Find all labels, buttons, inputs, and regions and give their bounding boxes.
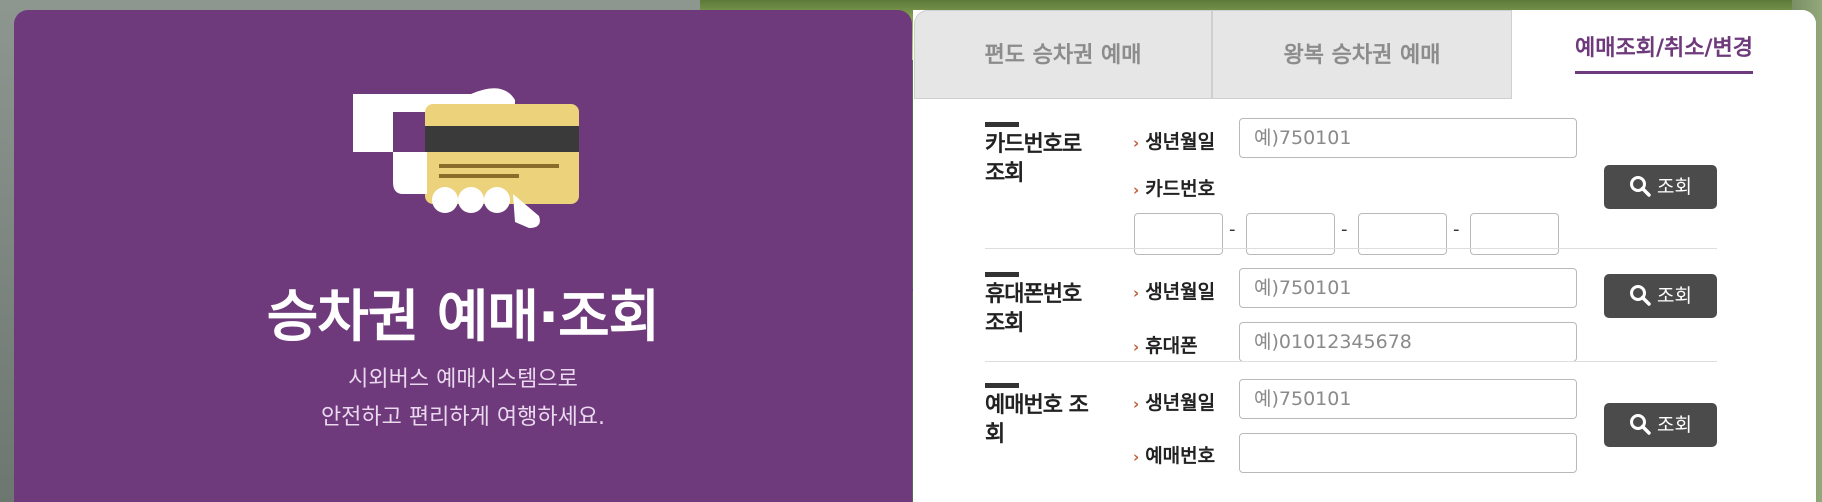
birth-label: › 생년월일 <box>1133 277 1215 304</box>
tab-label: 예매조회/취소/변경 <box>1575 32 1753 74</box>
reservation-number-label-text: 예매번호 <box>1145 445 1216 467</box>
card-separator: - <box>1453 219 1460 240</box>
promo-panel: 승차권 예매·조회 시외버스 예매시스템으로 안전하고 편리하게 여행하세요. <box>14 10 912 502</box>
promo-subtitle-line2: 안전하고 편리하게 여행하세요. <box>320 405 606 430</box>
tab-one-way[interactable]: 편도 승차권 예매 <box>914 10 1212 99</box>
section-reservation-lookup: 예매번호 조회 › 생년월일 › 예매번호 조회 <box>985 379 1717 493</box>
button-label: 조회 <box>1657 176 1692 198</box>
promo-subtitle-line1: 시외버스 예매시스템으로 <box>348 367 578 392</box>
birth-date-input[interactable] <box>1239 379 1577 419</box>
chevron-right-icon: › <box>1133 448 1140 466</box>
card-number-label-text: 카드번호 <box>1145 178 1216 200</box>
chevron-right-icon: › <box>1133 338 1140 356</box>
phone-label-text: 휴대폰 <box>1145 335 1198 357</box>
chevron-right-icon: › <box>1133 181 1140 199</box>
reservation-number-input[interactable] <box>1239 433 1577 473</box>
section-bar <box>985 272 1019 277</box>
section-title: 카드번호로 조회 <box>985 132 1082 186</box>
promo-title: 승차권 예매·조회 <box>266 285 660 350</box>
section-bar <box>985 383 1019 388</box>
section-title: 예매번호 조회 <box>985 393 1089 447</box>
phone-number-input[interactable] <box>1239 322 1577 362</box>
chevron-right-icon: › <box>1133 134 1140 152</box>
section-phone-lookup: 휴대폰번호 조회 › 생년월일 › 휴대폰 조회 <box>985 268 1717 372</box>
chevron-right-icon: › <box>1133 284 1140 302</box>
card-lookup-button[interactable]: 조회 <box>1604 165 1717 209</box>
birth-date-input[interactable] <box>1239 268 1577 308</box>
tab-label: 왕복 승차권 예매 <box>1283 43 1441 68</box>
birth-label-text: 생년월일 <box>1145 131 1216 153</box>
birth-label: › 생년월일 <box>1133 388 1215 415</box>
birth-date-input[interactable] <box>1239 118 1577 158</box>
card-separator: - <box>1341 219 1348 240</box>
button-label: 조회 <box>1657 414 1692 436</box>
search-icon <box>1630 176 1651 197</box>
card-number-label: › 카드번호 <box>1133 174 1215 201</box>
section-title: 휴대폰번호 조회 <box>985 282 1082 336</box>
card-separator: - <box>1229 219 1236 240</box>
search-icon <box>1630 414 1651 435</box>
reservation-number-label: › 예매번호 <box>1133 441 1215 468</box>
search-icon <box>1630 285 1651 306</box>
section-card-lookup: 카드번호로 조회 › 생년월일 › 카드번호 - - - 조회 <box>985 118 1717 256</box>
hand-holding-card-icon <box>353 88 579 228</box>
section-divider <box>985 248 1717 249</box>
phone-label: › 휴대폰 <box>1133 331 1198 358</box>
birth-label: › 생년월일 <box>1133 127 1215 154</box>
tab-label: 편도 승차권 예매 <box>984 43 1142 68</box>
tab-round-trip[interactable]: 왕복 승차권 예매 <box>1212 10 1512 99</box>
birth-label-text: 생년월일 <box>1145 392 1216 414</box>
section-bar <box>985 122 1019 127</box>
promo-pointer-arrow <box>897 264 913 316</box>
tab-lookup-cancel-change[interactable]: 예매조회/취소/변경 <box>1512 10 1816 99</box>
chevron-right-icon: › <box>1133 395 1140 413</box>
section-divider <box>985 361 1717 362</box>
button-label: 조회 <box>1657 285 1692 307</box>
reservation-panel: 편도 승차권 예매 왕복 승차권 예매 예매조회/취소/변경 카드번호로 조회 … <box>913 10 1816 502</box>
reservation-lookup-button[interactable]: 조회 <box>1604 403 1717 447</box>
birth-label-text: 생년월일 <box>1145 281 1216 303</box>
phone-lookup-button[interactable]: 조회 <box>1604 274 1717 318</box>
